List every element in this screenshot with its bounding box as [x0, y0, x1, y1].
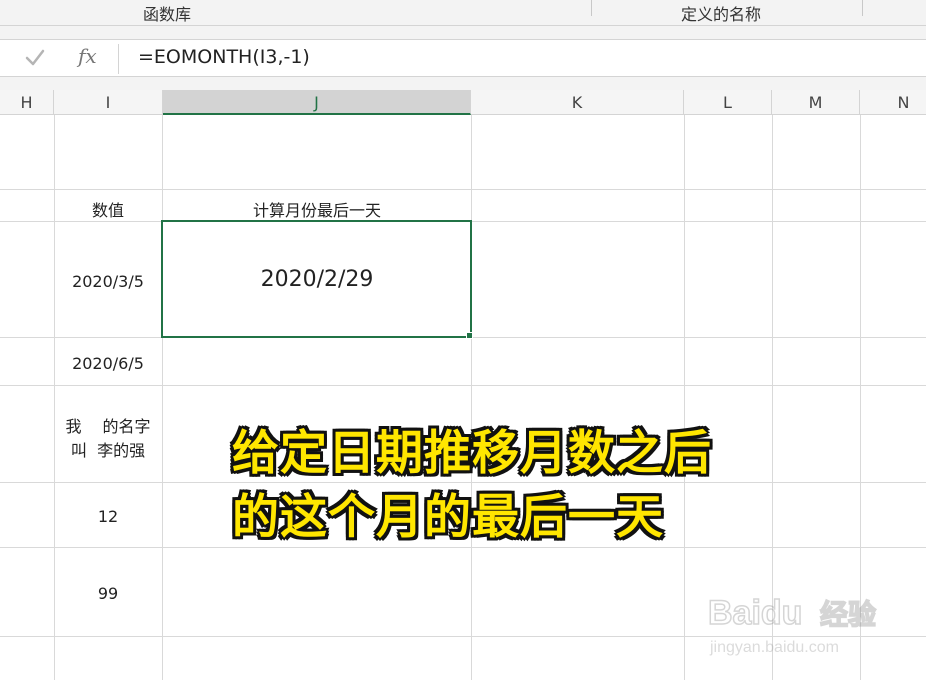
column-header-n[interactable]: N	[860, 90, 926, 115]
gridline	[0, 189, 926, 190]
gridline	[0, 547, 926, 548]
column-header-i[interactable]: I	[54, 90, 163, 115]
cell-j2[interactable]: 计算月份最后一天	[163, 197, 471, 221]
formula-bar: fx =EOMONTH(I3,-1)	[0, 39, 926, 77]
cell-i5-line2[interactable]: 叫 李的强	[54, 437, 162, 461]
ribbon-group-defined-names: 定义的名称	[681, 5, 762, 24]
baidu-jingyan-watermark: Baidu 经验 jingyan.baidu.com	[707, 580, 888, 664]
caption-line-1: 给定日期推移月数之后	[232, 426, 712, 481]
column-header-k[interactable]: K	[471, 90, 684, 115]
gridline	[684, 115, 685, 680]
ribbon-separator	[862, 0, 863, 16]
cell-i3[interactable]: 2020/3/5	[54, 272, 162, 291]
cell-i7[interactable]: 99	[54, 584, 162, 603]
column-header-h[interactable]: H	[0, 90, 54, 115]
cell-i5-line1[interactable]: 我 的名字	[54, 413, 162, 437]
ribbon-separator	[591, 0, 592, 16]
column-header-m[interactable]: M	[772, 90, 860, 115]
ribbon-group-labels: 函数库 定义的名称	[0, 0, 926, 26]
ribbon-group-function-library: 函数库	[143, 5, 192, 24]
formula-bar-area: fx =EOMONTH(I3,-1)	[0, 26, 926, 90]
caption-line-2: 的这个月的最后一天	[232, 490, 664, 545]
gridline	[0, 385, 926, 386]
column-header-j[interactable]: J	[163, 90, 471, 115]
cell-i4[interactable]: 2020/6/5	[54, 354, 162, 373]
watermark-url: jingyan.baidu.com	[709, 639, 839, 656]
column-header-row: H I J K L M N	[0, 90, 926, 115]
watermark-brand: Baidu	[708, 594, 802, 632]
formula-input[interactable]: =EOMONTH(I3,-1)	[138, 46, 310, 68]
column-header-l[interactable]: L	[684, 90, 772, 115]
fill-handle[interactable]	[466, 332, 473, 339]
cell-i6[interactable]: 12	[54, 507, 162, 526]
watermark-product: 经验	[820, 598, 876, 631]
formula-bar-divider	[118, 44, 119, 74]
insert-function-icon[interactable]: fx	[78, 44, 97, 68]
gridline	[471, 115, 472, 680]
cell-i2[interactable]: 数值	[54, 197, 162, 221]
check-icon[interactable]	[24, 48, 46, 72]
active-cell-outline	[161, 220, 472, 338]
